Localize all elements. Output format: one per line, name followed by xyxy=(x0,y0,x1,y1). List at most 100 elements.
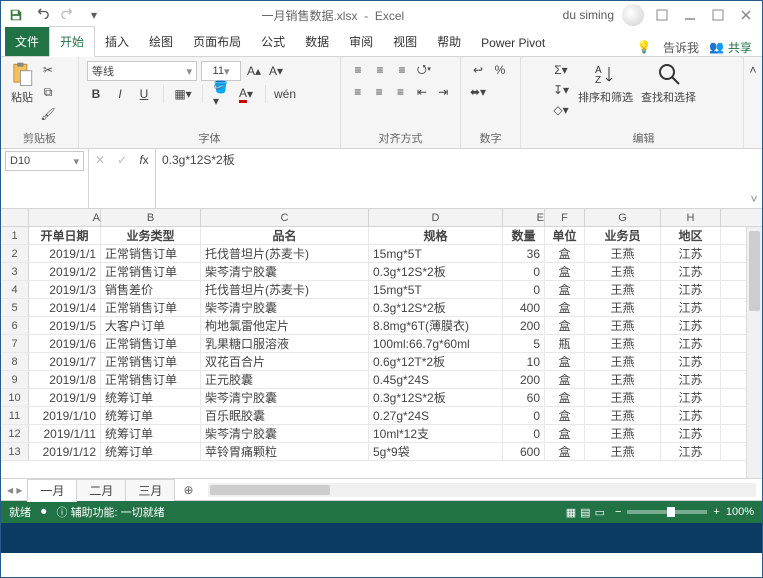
sheet-tab-jan[interactable]: 一月 xyxy=(27,479,77,502)
col-header[interactable]: D xyxy=(369,209,503,226)
row-header[interactable]: 2 xyxy=(1,245,29,262)
align-right-icon[interactable]: ≡ xyxy=(392,83,409,101)
header-cell[interactable]: 单位 xyxy=(545,227,585,244)
number-format-icon[interactable]: % xyxy=(491,61,509,79)
col-header[interactable]: B xyxy=(101,209,201,226)
col-header[interactable]: G xyxy=(585,209,661,226)
cell[interactable]: 盒 xyxy=(545,425,585,442)
clear-icon[interactable]: ◇▾ xyxy=(552,101,570,119)
select-all-corner[interactable] xyxy=(1,209,29,226)
cell[interactable]: 柴芩清宁胶囊 xyxy=(201,425,369,442)
header-cell[interactable]: 数量 xyxy=(503,227,545,244)
cell[interactable]: 王燕 xyxy=(585,389,661,406)
cell[interactable]: 王燕 xyxy=(585,299,661,316)
cell[interactable]: 600 xyxy=(503,443,545,460)
underline-icon[interactable]: U xyxy=(135,85,153,103)
copy-icon[interactable]: ⧉ xyxy=(39,83,57,101)
horizontal-scrollbar[interactable] xyxy=(208,483,757,497)
zoom-in-icon[interactable]: + xyxy=(713,506,719,518)
merge-center-icon[interactable]: ⬌▾ xyxy=(469,83,487,101)
cell[interactable]: 盒 xyxy=(545,317,585,334)
name-box[interactable]: D10▾ xyxy=(1,149,89,208)
cell[interactable]: 2019/1/3 xyxy=(29,281,101,298)
cell[interactable]: 0.27g*24S xyxy=(369,407,503,424)
cell[interactable]: 销售差价 xyxy=(101,281,201,298)
cell[interactable]: 柴芩清宁胶囊 xyxy=(201,263,369,280)
cell[interactable]: 乳果糖口服溶液 xyxy=(201,335,369,352)
cell[interactable]: 盒 xyxy=(545,389,585,406)
cell[interactable]: 15mg*5T xyxy=(369,281,503,298)
cell[interactable]: 盒 xyxy=(545,443,585,460)
indent-decrease-icon[interactable]: ⇤ xyxy=(413,83,430,101)
formula-input[interactable]: 0.3g*12S*2板 xyxy=(156,149,746,208)
new-sheet-button[interactable]: ⊕ xyxy=(175,483,201,497)
cell[interactable]: 盒 xyxy=(545,263,585,280)
row-header[interactable]: 3 xyxy=(1,263,29,280)
cell[interactable]: 王燕 xyxy=(585,335,661,352)
cell[interactable]: 统筹订单 xyxy=(101,407,201,424)
cell[interactable]: 正常销售订单 xyxy=(101,263,201,280)
orientation-icon[interactable]: ⭯▾ xyxy=(415,61,433,79)
cell[interactable]: 5 xyxy=(503,335,545,352)
row-header[interactable]: 5 xyxy=(1,299,29,316)
redo-icon[interactable] xyxy=(59,6,77,24)
fill-icon[interactable]: ↧▾ xyxy=(552,81,570,99)
zoom-value[interactable]: 100% xyxy=(726,506,754,518)
cell[interactable]: 双花百合片 xyxy=(201,353,369,370)
phonetic-icon[interactable]: wén xyxy=(276,85,294,103)
find-select-button[interactable]: 查找和选择 xyxy=(641,61,696,105)
tab-formulas[interactable]: 公式 xyxy=(251,27,295,56)
row-header[interactable]: 12 xyxy=(1,425,29,442)
font-color-icon[interactable]: A▾ xyxy=(237,85,255,103)
align-center-icon[interactable]: ≡ xyxy=(370,83,387,101)
maximize-icon[interactable] xyxy=(708,5,728,25)
sort-filter-button[interactable]: AZ 排序和筛选 xyxy=(578,61,633,105)
macro-record-icon[interactable]: ⏺ xyxy=(41,506,47,519)
page-layout-view-icon[interactable]: ▤ xyxy=(580,506,590,519)
cell[interactable]: 枸地氯雷他定片 xyxy=(201,317,369,334)
cell[interactable]: 正常销售订单 xyxy=(101,299,201,316)
header-cell[interactable]: 地区 xyxy=(661,227,721,244)
cell[interactable]: 苹铃胃痛颗粒 xyxy=(201,443,369,460)
cell[interactable]: 10 xyxy=(503,353,545,370)
tab-help[interactable]: 帮助 xyxy=(427,27,471,56)
minimize-icon[interactable] xyxy=(680,5,700,25)
cell[interactable]: 2019/1/12 xyxy=(29,443,101,460)
cell[interactable]: 托伐普坦片(苏麦卡) xyxy=(201,245,369,262)
decrease-font-icon[interactable]: A▾ xyxy=(267,62,285,80)
align-bottom-icon[interactable]: ≡ xyxy=(393,61,411,79)
indent-increase-icon[interactable]: ⇥ xyxy=(435,83,452,101)
cell[interactable]: 江苏 xyxy=(661,263,721,280)
header-cell[interactable]: 规格 xyxy=(369,227,503,244)
qat-customize-icon[interactable]: ▾ xyxy=(85,6,103,24)
zoom-slider[interactable] xyxy=(627,510,707,514)
cell[interactable]: 400 xyxy=(503,299,545,316)
cell[interactable]: 0 xyxy=(503,281,545,298)
cell[interactable]: 江苏 xyxy=(661,335,721,352)
cell[interactable]: 王燕 xyxy=(585,407,661,424)
row-header[interactable]: 6 xyxy=(1,317,29,334)
cell[interactable]: 2019/1/7 xyxy=(29,353,101,370)
cell[interactable]: 江苏 xyxy=(661,245,721,262)
cell[interactable]: 0.45g*24S xyxy=(369,371,503,388)
vertical-scrollbar[interactable] xyxy=(746,227,762,478)
tab-draw[interactable]: 绘图 xyxy=(139,27,183,56)
expand-formula-bar-icon[interactable]: ˅ xyxy=(750,192,757,206)
save-icon[interactable] xyxy=(7,6,25,24)
cell[interactable]: 盒 xyxy=(545,281,585,298)
spreadsheet-grid[interactable]: A B C D E F G H 1开单日期业务类型品名规格数量单位业务员地区22… xyxy=(1,209,762,479)
cell[interactable]: 2019/1/1 xyxy=(29,245,101,262)
cell[interactable]: 江苏 xyxy=(661,443,721,460)
cell[interactable]: 10ml*12支 xyxy=(369,425,503,442)
cell[interactable]: 0 xyxy=(503,263,545,280)
align-middle-icon[interactable]: ≡ xyxy=(371,61,389,79)
tab-view[interactable]: 视图 xyxy=(383,27,427,56)
cell[interactable]: 盒 xyxy=(545,299,585,316)
header-cell[interactable]: 品名 xyxy=(201,227,369,244)
font-name-combo[interactable]: 等线▾ xyxy=(87,61,197,81)
cell[interactable]: 0.3g*12S*2板 xyxy=(369,389,503,406)
undo-icon[interactable] xyxy=(33,6,51,24)
cell[interactable]: 36 xyxy=(503,245,545,262)
row-header[interactable]: 8 xyxy=(1,353,29,370)
tab-page-layout[interactable]: 页面布局 xyxy=(183,27,251,56)
